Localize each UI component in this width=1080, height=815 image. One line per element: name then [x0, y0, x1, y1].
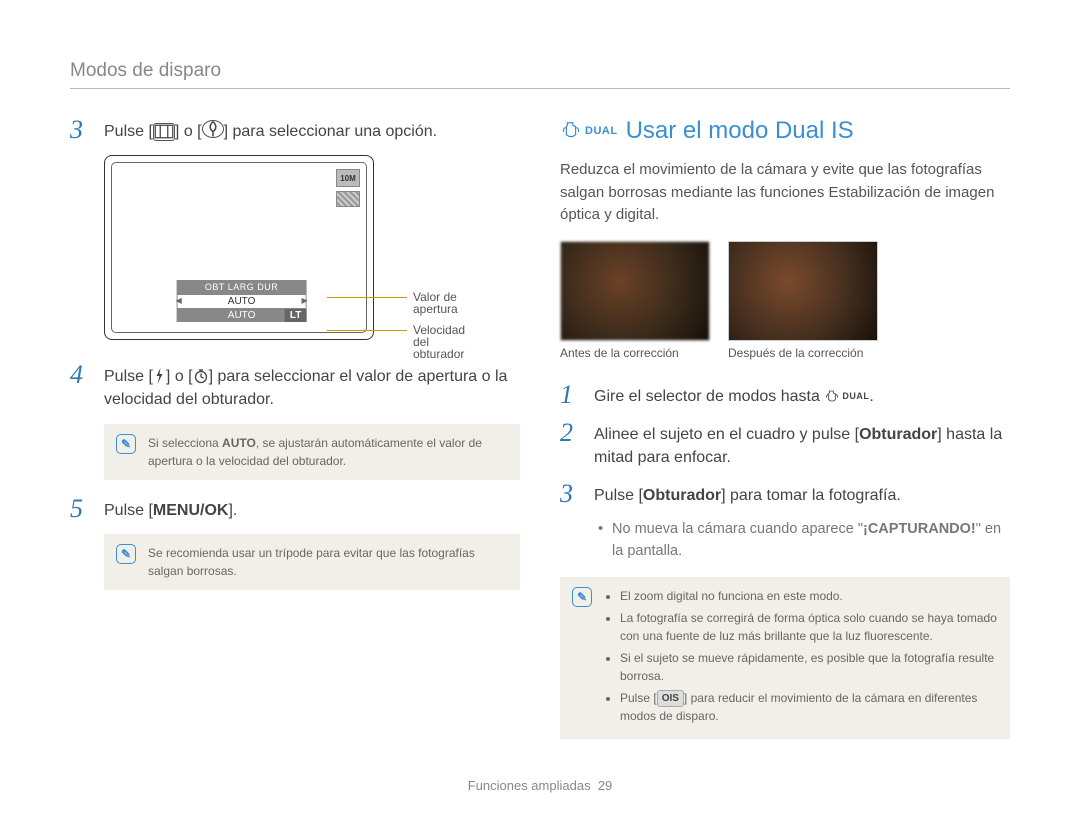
resolution-badge: 10M	[336, 169, 360, 187]
thumb-before: Antes de la corrección	[560, 241, 710, 360]
header-divider	[70, 88, 1010, 89]
step-text: Pulse [] o [] para seleccionar una opció…	[104, 117, 437, 143]
before-image	[560, 241, 710, 341]
step-text: Pulse [Obturador] para tomar la fotograf…	[594, 481, 901, 507]
thumb-after: Después de la corrección	[728, 241, 878, 360]
step-number: 1	[560, 382, 580, 408]
quality-badge	[336, 191, 360, 207]
flash-icon	[153, 368, 166, 385]
step-number: 3	[70, 117, 90, 143]
lcd-menu: OBT LARG DUR AUTO AUTO LT	[177, 280, 307, 322]
step-number: 5	[70, 496, 90, 522]
step-number: 3	[560, 481, 580, 507]
page-footer: Funciones ampliadas 29	[0, 778, 1080, 793]
note-text: Si selecciona AUTO, se ajustarán automát…	[148, 434, 508, 470]
dual-is-icon: DUAL	[560, 120, 618, 142]
lcd-menu-selected: AUTO	[177, 294, 307, 309]
timer-icon	[193, 368, 209, 385]
note-item: La fotografía se corregirá de forma ópti…	[620, 609, 998, 645]
step-text: Pulse [] o [] para seleccionar el valor …	[104, 362, 520, 411]
step-text: Gire el selector de modos hasta DUAL.	[594, 382, 874, 408]
step-number: 2	[560, 420, 580, 469]
display-icon	[153, 123, 175, 141]
annotation-aperture: Valor de apertura	[413, 291, 458, 315]
breadcrumb-header: Modos de disparo	[70, 60, 1010, 82]
lcd-menu-bottom: AUTO LT	[177, 309, 307, 322]
step-number: 4	[70, 362, 90, 411]
step-3-right: 3 Pulse [Obturador] para tomar la fotogr…	[560, 481, 1010, 507]
note-item: Pulse [OIS] para reducir el movimiento d…	[620, 689, 998, 725]
step-2-right: 2 Alinee el sujeto en el cuadro y pulse …	[560, 420, 1010, 469]
info-icon: ✎	[572, 587, 592, 607]
note-dual-is: ✎ El zoom digital no funciona en este mo…	[560, 577, 1010, 739]
step-1-right: 1 Gire el selector de modos hasta DUAL.	[560, 382, 1010, 408]
info-icon: ✎	[116, 544, 136, 564]
step-text: Alinee el sujeto en el cuadro y pulse [O…	[594, 420, 1010, 469]
section-intro: Reduzca el movimiento de la cámara y evi…	[560, 159, 1010, 227]
lcd-menu-header: OBT LARG DUR	[177, 280, 307, 294]
step-3: 3 Pulse [] o [] para seleccionar una opc…	[70, 117, 520, 143]
after-image	[728, 241, 878, 341]
step-4: 4 Pulse [] o [] para seleccionar el valo…	[70, 362, 520, 411]
lt-badge: LT	[285, 309, 307, 322]
ois-button-label: OIS	[657, 690, 684, 707]
info-icon: ✎	[116, 434, 136, 454]
note-tripod: ✎ Se recomienda usar un trípode para evi…	[104, 534, 520, 590]
lcd-screen-diagram: 10M OBT LARG DUR AUTO AUTO LT Valor de a…	[104, 155, 374, 340]
sub-bullet-capturing: No mueva la cámara cuando aparece "¡CAPT…	[612, 519, 1010, 563]
note-auto: ✎ Si selecciona AUTO, se ajustarán autom…	[104, 424, 520, 480]
step-5: 5 Pulse [MENU/OK].	[70, 496, 520, 522]
note-list: El zoom digital no funciona en este modo…	[604, 587, 998, 729]
note-item: Si el sujeto se mueve rápidamente, es po…	[620, 649, 998, 685]
section-title: DUAL Usar el modo Dual IS	[560, 117, 1010, 145]
macro-icon	[202, 120, 224, 138]
right-column: DUAL Usar el modo Dual IS Reduzca el mov…	[560, 117, 1010, 755]
step-text: Pulse [MENU/OK].	[104, 496, 237, 522]
left-column: 3 Pulse [] o [] para seleccionar una opc…	[70, 117, 520, 755]
note-text: Se recomienda usar un trípode para evita…	[148, 544, 508, 580]
after-caption: Después de la corrección	[728, 346, 878, 360]
comparison-thumbnails: Antes de la corrección Después de la cor…	[560, 241, 1010, 360]
before-caption: Antes de la corrección	[560, 346, 710, 360]
dual-is-icon-inline: DUAL	[824, 389, 869, 405]
annotation-shutter: Velocidad del obturador	[413, 324, 465, 360]
note-item: El zoom digital no funciona en este modo…	[620, 587, 998, 605]
